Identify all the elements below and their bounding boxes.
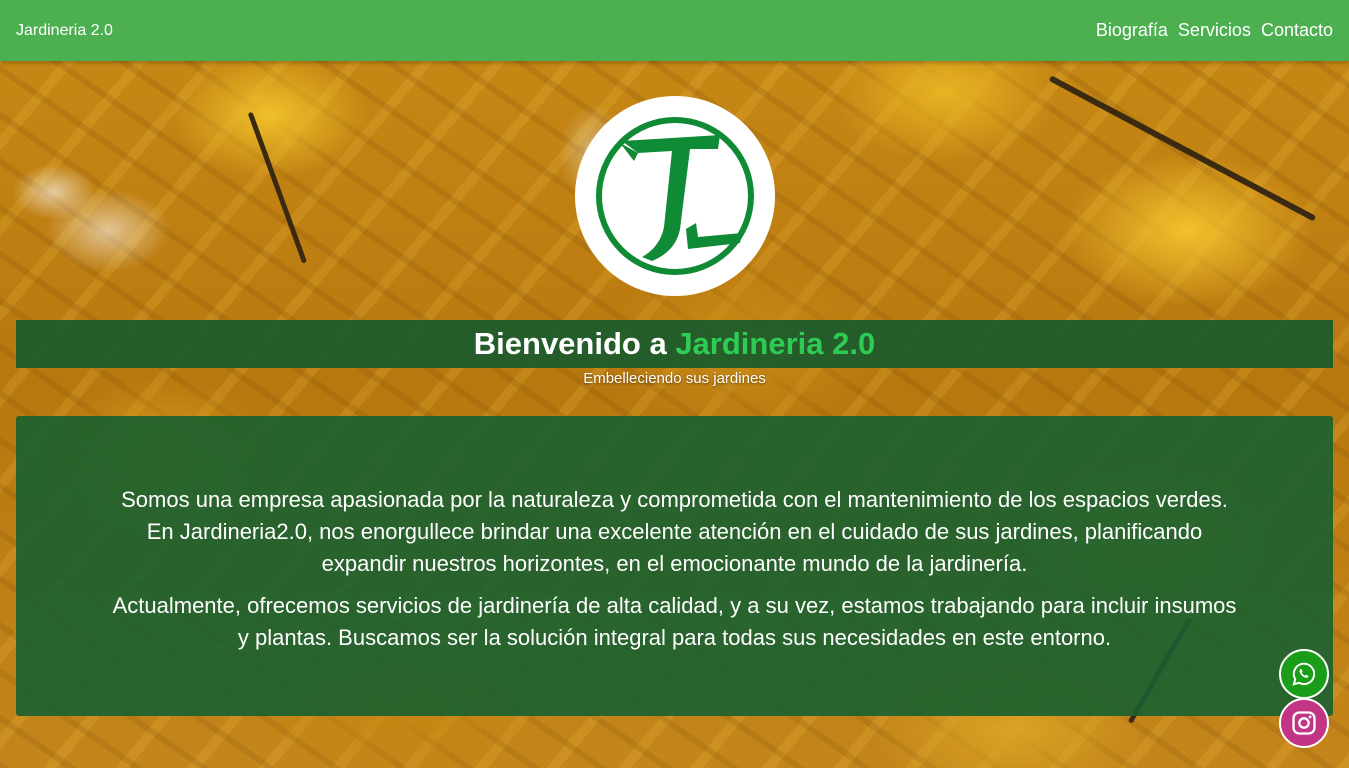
instagram-icon	[1292, 711, 1316, 735]
about-panel: Somos una empresa apasionada por la natu…	[16, 416, 1333, 716]
nav-link-servicios[interactable]: Servicios	[1178, 20, 1251, 41]
page-title: Bienvenido a Jardineria 2.0	[474, 326, 875, 362]
nav-link-biografia[interactable]: Biografía	[1096, 20, 1168, 41]
whatsapp-button[interactable]	[1279, 649, 1329, 699]
welcome-title-band: Bienvenido a Jardineria 2.0	[16, 320, 1333, 368]
about-paragraph-2: Actualmente, ofrecemos servicios de jard…	[112, 593, 1237, 650]
page-subtitle: Embelleciendo sus jardines	[583, 370, 766, 387]
brand-link[interactable]: Jardineria 2.0	[16, 22, 113, 40]
title-accent: Jardineria 2.0	[675, 326, 876, 361]
whatsapp-icon	[1292, 662, 1316, 686]
top-navbar: Jardineria 2.0 Biografía Servicios Conta…	[0, 0, 1349, 61]
about-paragraph-1: Somos una empresa apasionada por la natu…	[121, 487, 1228, 576]
company-logo	[575, 96, 775, 296]
nav-link-contacto[interactable]: Contacto	[1261, 20, 1333, 41]
title-prefix: Bienvenido a	[473, 326, 676, 361]
nav-links: Biografía Servicios Contacto	[1096, 20, 1333, 41]
instagram-button[interactable]	[1279, 698, 1329, 748]
jl-logo-icon	[596, 117, 754, 275]
